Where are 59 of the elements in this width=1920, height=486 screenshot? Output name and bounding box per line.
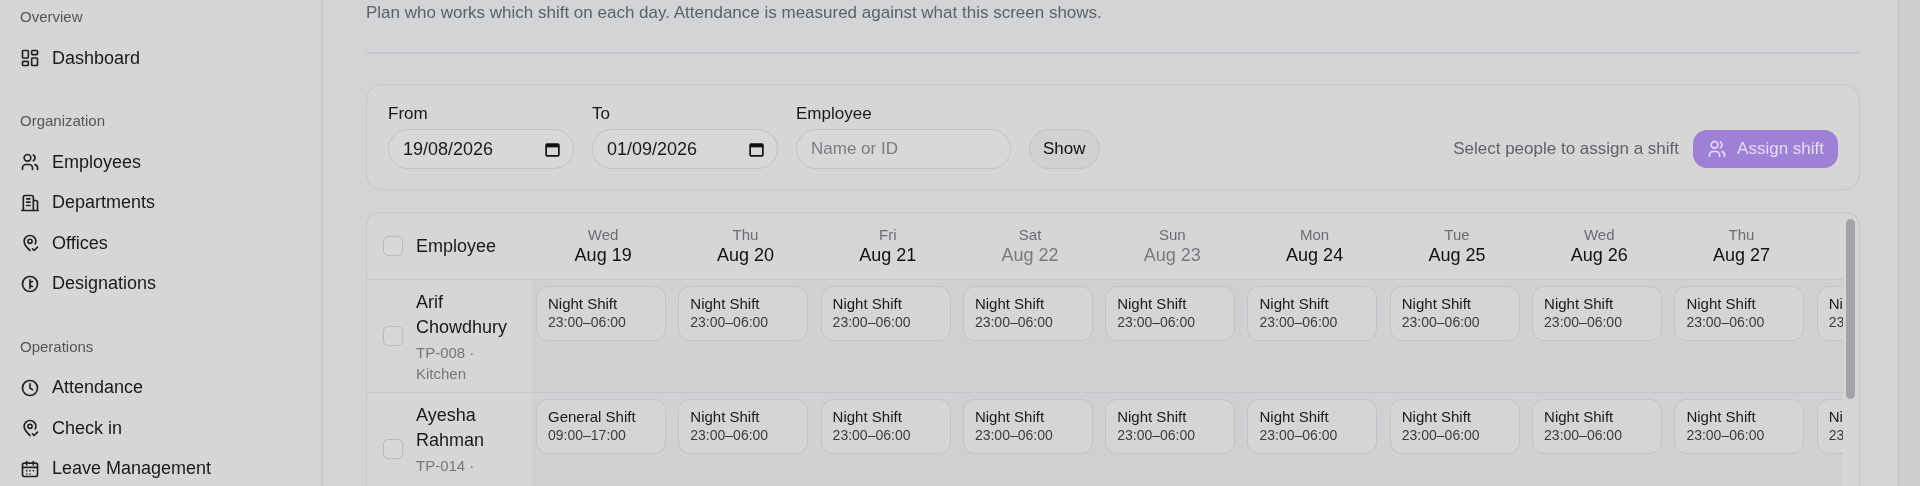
location-pin-icon [20, 233, 40, 253]
building-icon [20, 192, 40, 213]
date-field[interactable]: 19/08/2026 [388, 129, 574, 169]
clock-icon [20, 377, 40, 398]
section-title: Operations [20, 336, 95, 357]
people-icon [20, 152, 40, 172]
search-field[interactable]: Name or ID [796, 129, 1011, 169]
nav-item[interactable]: Departments [20, 187, 321, 218]
employee-meta: TP-008 · Kitchen [416, 343, 476, 384]
shift-card[interactable]: Night Shift 23:00–06:00 [1532, 286, 1663, 341]
section-title: Organization [20, 111, 107, 131]
shift-card[interactable]: Night Shift 23:00–06:00 [820, 399, 951, 454]
shift-card[interactable]: General Shift 09:00–17:00 [536, 399, 666, 454]
date-field[interactable]: 01/09/2026 [592, 129, 778, 169]
location-pin-icon [20, 418, 40, 438]
hint-text: Select people to assign a shift [1453, 138, 1680, 160]
calendar-icon [20, 458, 40, 479]
employee-name: Arif Chowdhury [416, 291, 509, 339]
shift-card[interactable]: Night Shift 23:00–06:00 [1105, 399, 1236, 454]
field-label: From [388, 104, 429, 124]
shift-card[interactable]: Ni 23 [1816, 286, 1843, 341]
select-all-checkbox[interactable] [383, 236, 403, 256]
nav-item[interactable]: Employees [20, 147, 321, 177]
scrollbar[interactable] [1846, 219, 1855, 399]
calendar-icon [748, 140, 765, 158]
shift-card[interactable]: Ni 23 [1816, 399, 1843, 454]
nav-item[interactable]: Offices [20, 228, 321, 258]
shift-card[interactable]: Night Shift 23:00–06:00 [536, 286, 666, 341]
shift-card[interactable]: Night Shift 23:00–06:00 [678, 399, 809, 454]
page-description: Plan who works which shift on each day. Attendance is measured against what this screen shows. [366, 2, 1103, 24]
row-checkbox[interactable] [383, 439, 403, 459]
shift-card[interactable]: Night Shift 23:00–06:00 [678, 286, 809, 341]
row-checkbox[interactable] [383, 326, 403, 346]
nav-item[interactable]: Designations [20, 268, 321, 299]
dashboard-icon [20, 48, 40, 68]
show-button[interactable]: Show [1029, 129, 1100, 169]
shift-card[interactable]: Night Shift 23:00–06:00 [1105, 286, 1236, 341]
employee-meta: TP-014 · [416, 456, 476, 476]
nav-item[interactable]: Check in [20, 413, 321, 443]
people-icon [1707, 139, 1728, 159]
shift-card[interactable]: Night Shift 23:00–06:00 [1389, 399, 1520, 454]
shift-card[interactable]: Night Shift 23:00–06:00 [962, 286, 1093, 341]
shift-card[interactable]: Night Shift 23:00–06:00 [1674, 399, 1805, 454]
column-header: Employee [416, 235, 497, 257]
shift-card[interactable]: Night Shift 23:00–06:00 [962, 399, 1093, 454]
shift-card[interactable]: Night Shift 23:00–06:00 [1247, 286, 1378, 341]
shift-card[interactable]: Night Shift 23:00–06:00 [1674, 286, 1805, 341]
nav-item[interactable]: Leave Management [20, 453, 321, 484]
nav-item[interactable]: Dashboard [20, 43, 321, 73]
employee-name: Ayesha Rahman [416, 404, 486, 452]
calendar-icon [544, 140, 561, 158]
shift-card[interactable]: Night Shift 23:00–06:00 [1247, 399, 1378, 454]
nav-item[interactable]: Attendance [20, 372, 321, 403]
field-label: Employee [796, 104, 873, 124]
shift-card[interactable]: Night Shift 23:00–06:00 [1389, 286, 1520, 341]
section-title: Overview [20, 7, 84, 27]
shift-card[interactable]: Night Shift 23:00–06:00 [820, 286, 951, 341]
shift-card[interactable]: Night Shift 23:00–06:00 [1532, 399, 1663, 454]
field-label: To [592, 104, 611, 124]
